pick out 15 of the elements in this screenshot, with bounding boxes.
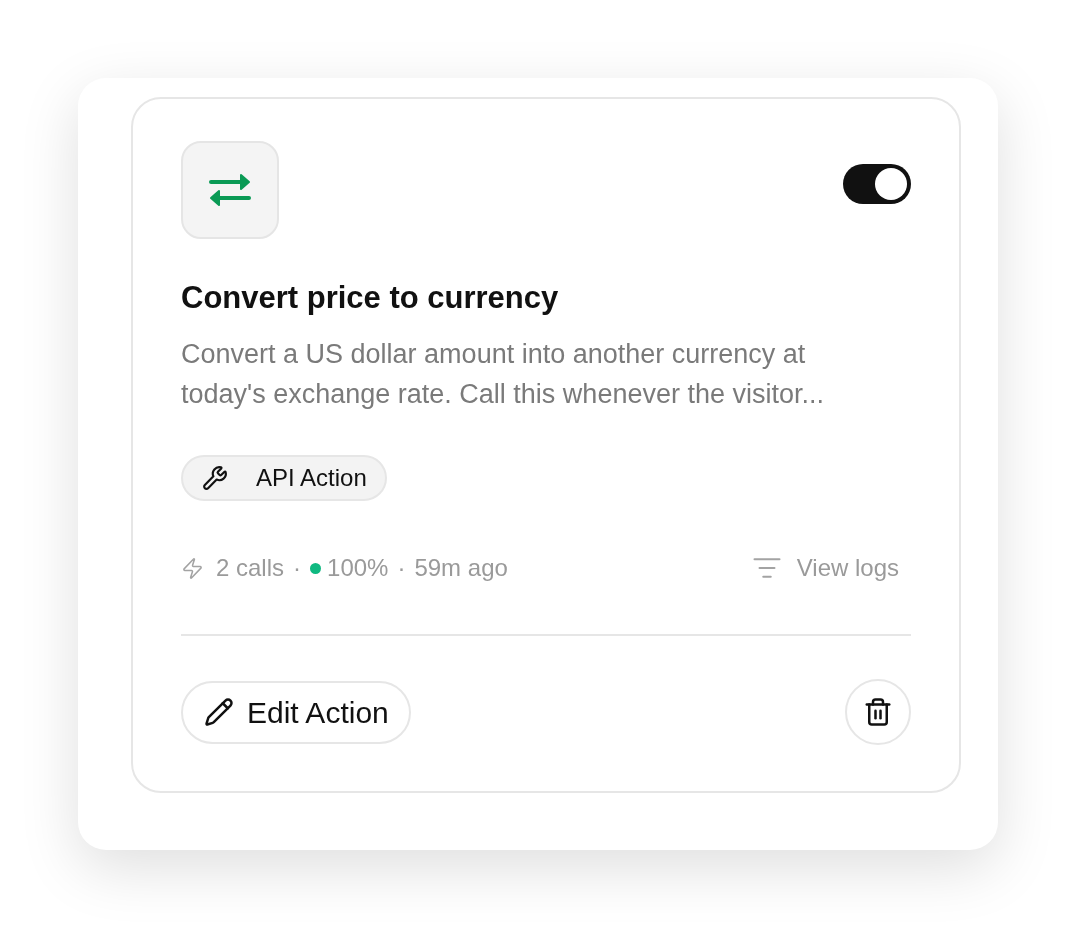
calls-count: 2 calls <box>216 553 285 583</box>
tag-label: API Action <box>256 463 367 493</box>
swap-arrows-icon <box>209 173 251 207</box>
action-description: Convert a US dollar amount into another currency at today's exchange rate. Call this whenever the visitor... <box>181 338 825 411</box>
edit-action-button[interactable]: Edit Action <box>181 680 411 744</box>
action-title: Convert price to currency <box>181 280 560 316</box>
last-run-time: 59m ago <box>414 553 508 583</box>
wrench-icon <box>202 465 228 491</box>
separator-dot: · <box>292 553 303 583</box>
success-rate: 100% <box>327 553 389 583</box>
pencil-icon <box>204 697 234 727</box>
trash-icon <box>863 697 893 727</box>
toggle-switch[interactable] <box>843 164 911 204</box>
lightning-icon <box>181 556 204 580</box>
separator-dot: · <box>396 553 407 583</box>
